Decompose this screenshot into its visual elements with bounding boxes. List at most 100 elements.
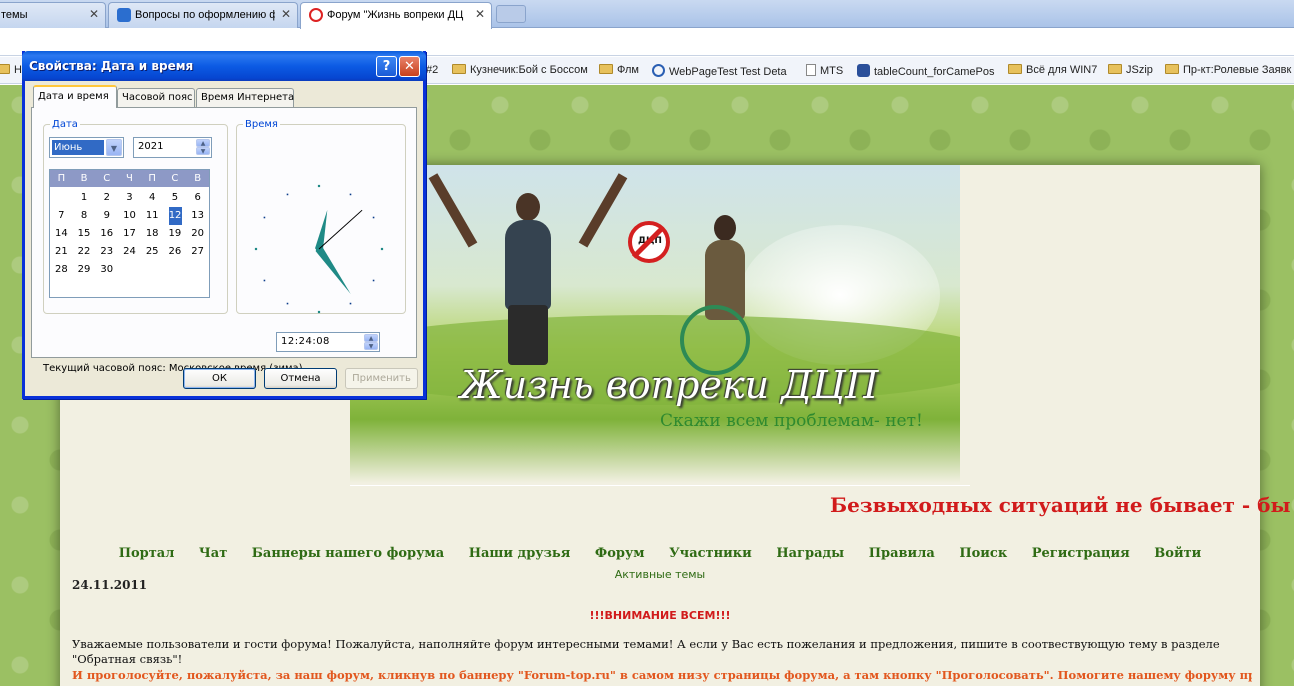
- calendar-day[interactable]: 22: [73, 243, 96, 261]
- clock-tick: [254, 247, 258, 251]
- nav-chat[interactable]: Чат: [199, 546, 227, 561]
- weekday-label: П: [148, 173, 156, 184]
- nav-register[interactable]: Регистрация: [1032, 546, 1130, 561]
- dropdown-arrow-icon[interactable]: ▼: [106, 139, 122, 156]
- new-tab-button[interactable]: [496, 5, 526, 23]
- folder-icon: [1165, 64, 1179, 74]
- calendar-day[interactable]: 4: [141, 189, 164, 207]
- calendar-day[interactable]: 21: [50, 243, 73, 261]
- calendar-day[interactable]: 5: [164, 189, 187, 207]
- cancel-button[interactable]: Отмена: [264, 368, 337, 389]
- folder-icon: [0, 64, 10, 74]
- bookmark-item[interactable]: WebPageTest Test Deta: [652, 64, 787, 78]
- browser-tab[interactable]: темы ✕: [0, 2, 106, 28]
- calendar-day[interactable]: 26: [164, 243, 187, 261]
- year-spinner[interactable]: 2021 ▲ ▼: [133, 137, 212, 158]
- calendar-day[interactable]: 11: [141, 207, 164, 225]
- spinner-buttons[interactable]: ▲ ▼: [196, 139, 210, 156]
- ok-button[interactable]: ОК: [183, 368, 256, 389]
- person-body: [505, 220, 551, 310]
- browser-tab[interactable]: Вопросы по оформлению ф ✕: [108, 2, 298, 28]
- calendar-day[interactable]: 24: [118, 243, 141, 261]
- tab-title: Форум "Жизнь вопреки ДЦ: [327, 9, 464, 21]
- calendar-day[interactable]: 28: [50, 261, 73, 279]
- calendar-day[interactable]: 27: [186, 243, 209, 261]
- tab-internet-time[interactable]: Время Интернета: [196, 88, 294, 108]
- tab-close-icon[interactable]: ✕: [89, 7, 99, 21]
- bookmark-label: Н: [14, 64, 22, 76]
- nav-banners[interactable]: Баннеры нашего форума: [252, 546, 444, 561]
- calendar-day[interactable]: 25: [141, 243, 164, 261]
- forum-banner[interactable]: ДЦП Жизнь вопреки ДЦП Скажи всем проблем…: [350, 165, 960, 483]
- calendar-day[interactable]: 8: [73, 207, 96, 225]
- calendar-day[interactable]: 3: [118, 189, 141, 207]
- calendar-day[interactable]: 20: [186, 225, 209, 243]
- no-cp-sign-icon: ДЦП: [628, 221, 670, 263]
- nav-rules[interactable]: Правила: [869, 546, 935, 561]
- close-button[interactable]: ✕: [399, 56, 420, 77]
- folder-icon: [452, 64, 466, 74]
- help-button[interactable]: ?: [376, 56, 397, 77]
- calendar-day[interactable]: 14: [50, 225, 73, 243]
- tab-date-time[interactable]: Дата и время: [33, 85, 117, 108]
- nav-login[interactable]: Войти: [1154, 546, 1201, 561]
- apply-button[interactable]: Применить: [345, 368, 418, 389]
- calendar-day[interactable]: 13: [186, 207, 209, 225]
- active-topics-link[interactable]: Активные темы: [60, 568, 1260, 581]
- spin-up-icon[interactable]: ▲: [196, 139, 210, 147]
- bookmark-item[interactable]: Пр-кт:Ролевые Заявк: [1165, 64, 1291, 76]
- calendar-day[interactable]: 7: [50, 207, 73, 225]
- calendar-day[interactable]: 19: [164, 225, 187, 243]
- banner-subtitle: Скажи всем проблемам- нет!: [660, 411, 923, 431]
- calendar-day[interactable]: 30: [95, 261, 118, 279]
- spinner-buttons[interactable]: ▲ ▼: [364, 334, 378, 351]
- calendar-day[interactable]: 15: [73, 225, 96, 243]
- nav-members[interactable]: Участники: [669, 546, 752, 561]
- tab-close-icon[interactable]: ✕: [475, 7, 485, 21]
- nav-forum[interactable]: Форум: [595, 546, 645, 561]
- spin-up-icon[interactable]: ▲: [364, 334, 378, 342]
- tab-timezone[interactable]: Часовой пояс: [117, 88, 195, 108]
- clock-tick: [286, 193, 289, 196]
- dialog-title: Свойства: Дата и время: [29, 59, 194, 73]
- bookmark-item[interactable]: JSzip: [1108, 64, 1153, 76]
- nav-portal[interactable]: Портал: [119, 546, 175, 561]
- calendar-day[interactable]: 18: [141, 225, 164, 243]
- calendar-day[interactable]: 6: [186, 189, 209, 207]
- nav-search[interactable]: Поиск: [959, 546, 1007, 561]
- calendar-day[interactable]: 10: [118, 207, 141, 225]
- month-value: Июнь: [52, 140, 104, 155]
- calendar-day-selected[interactable]: 12: [168, 207, 182, 225]
- spin-down-icon[interactable]: ▼: [364, 342, 378, 350]
- calendar-day[interactable]: 16: [95, 225, 118, 243]
- time-spinner[interactable]: 12:24:08 ▲ ▼: [276, 332, 380, 352]
- month-select[interactable]: Июнь ▼: [49, 137, 124, 158]
- calendar-grid[interactable]: ПВСЧПСВ 1 2 3 4 5 6 7 8 9 10 11 12 13 14 15 16 17 18 19 20 2…: [49, 169, 210, 298]
- browser-tab-active[interactable]: Форум "Жизнь вопреки ДЦ ✕: [300, 2, 492, 29]
- bookmark-item[interactable]: Всё для WIN7: [1008, 64, 1097, 76]
- calendar-day[interactable]: 23: [95, 243, 118, 261]
- bookmark-item[interactable]: #2: [426, 64, 438, 76]
- bookmark-item[interactable]: Н: [0, 64, 22, 76]
- calendar-day[interactable]: 9: [95, 207, 118, 225]
- sign-text: ДЦП: [638, 236, 662, 246]
- calendar-day[interactable]: 1: [73, 189, 96, 207]
- bookmark-item[interactable]: tableCount_forCamePos: [857, 64, 994, 78]
- tab-close-icon[interactable]: ✕: [281, 7, 291, 21]
- calendar-day[interactable]: 17: [118, 225, 141, 243]
- bookmark-item[interactable]: MTS: [806, 64, 843, 77]
- spin-down-icon[interactable]: ▼: [196, 147, 210, 155]
- nav-awards[interactable]: Награды: [776, 546, 844, 561]
- folder-icon: [1108, 64, 1122, 74]
- bookmark-label: Пр-кт:Ролевые Заявк: [1183, 64, 1292, 76]
- dialog-titlebar[interactable]: Свойства: Дата и время ? ✕: [22, 51, 426, 81]
- calendar-day[interactable]: 29: [73, 261, 96, 279]
- nav-friends[interactable]: Наши друзья: [469, 546, 571, 561]
- bookmark-label: Кузнечик:Бой с Боссом: [470, 64, 588, 76]
- bookmark-item[interactable]: Флм: [599, 64, 639, 76]
- bookmark-item[interactable]: Кузнечик:Бой с Боссом: [452, 64, 588, 76]
- weekday-label: Ч: [126, 173, 133, 184]
- bookmark-label: Всё для WIN7: [1026, 64, 1098, 76]
- calendar-day[interactable]: 2: [95, 189, 118, 207]
- weekday-label: С: [103, 173, 111, 184]
